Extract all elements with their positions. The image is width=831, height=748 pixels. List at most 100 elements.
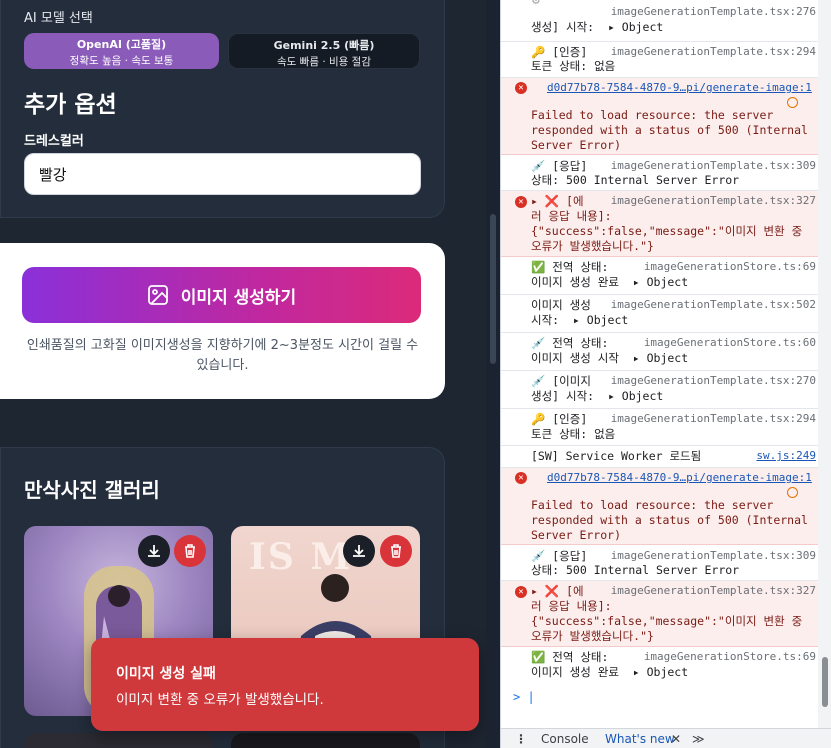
- log-row: 💉 [응답] 상태: 500 Internal Server Error ima…: [501, 545, 818, 581]
- error-row: ✕ ▸ ❌ [에 러 응답 내용]: {"success":false,"mes…: [501, 581, 818, 647]
- log-row: 💉 전역 상태: 이미지 생성 시작 ▸ Object imageGenerat…: [501, 333, 818, 371]
- log-source[interactable]: imageGenerationTemplate.tsx:309: [611, 549, 816, 562]
- download-button[interactable]: [138, 535, 170, 567]
- log-row: ✅ 전역 상태: 이미지 생성 완료 ▸ Object imageGenerat…: [501, 647, 818, 685]
- log-text: 토큰 상태: 없음: [531, 59, 616, 73]
- dress-color-input[interactable]: [24, 153, 421, 195]
- log-text[interactable]: 이미지 생성 완료 ▸ Object: [531, 275, 688, 290]
- devtools-scrollbar-thumb[interactable]: [822, 657, 828, 707]
- tab-console[interactable]: Console: [541, 732, 589, 746]
- network-icon[interactable]: [787, 97, 798, 108]
- log-text: ✅ 전역 상태:: [531, 650, 609, 664]
- devtools-drawer-tabs: ⋮ Console What's new ✕ ≫: [501, 728, 831, 748]
- model-name: OpenAI (고품질): [76, 38, 167, 51]
- log-text[interactable]: 이미지 생성 시작 ▸ Object: [531, 351, 688, 366]
- log-source[interactable]: imageGenerationStore.ts:69: [644, 650, 816, 663]
- delete-button[interactable]: [380, 535, 412, 567]
- log-text: 이미지 생성: [531, 298, 591, 312]
- close-icon[interactable]: ✕: [671, 732, 681, 746]
- error-icon: ✕: [515, 82, 527, 94]
- generate-button-label: 이미지 생성하기: [180, 287, 297, 308]
- log-source[interactable]: imageGenerationTemplate.tsx:270: [611, 374, 816, 387]
- download-icon: [148, 545, 160, 557]
- error-icon: ✕: [515, 196, 527, 208]
- model-option-openai[interactable]: OpenAI (고품질) 정확도 높음 · 속도 보통: [24, 33, 219, 69]
- log-source[interactable]: imageGenerationTemplate.tsx:294: [611, 45, 816, 58]
- log-row: 이미지 생성 시작: ▸ Object imageGenerationTempl…: [501, 295, 818, 333]
- app-scrollbar[interactable]: [486, 0, 500, 748]
- model-desc: 속도 빠름 · 비용 절감: [277, 56, 371, 68]
- log-text[interactable]: 시작: ▸ Object: [531, 313, 628, 328]
- toast-title: 이미지 생성 실패: [116, 666, 216, 682]
- log-text[interactable]: ▸ ❌ [에: [531, 584, 584, 599]
- model-option-gemini[interactable]: Gemini 2.5 (빠름) 속도 빠름 · 비용 절감: [228, 33, 420, 69]
- devtools-panel: ⚙ 생성] 시작: ▸ Object imageGenerationTempla…: [500, 0, 831, 748]
- log-source[interactable]: imageGenerationTemplate.tsx:309: [611, 159, 816, 172]
- dress-color-label: 드레스컬러: [24, 134, 84, 149]
- drawer-menu-icon[interactable]: ⋮: [515, 732, 527, 746]
- log-source[interactable]: imageGenerationTemplate.tsx:276: [611, 5, 816, 18]
- more-tabs-icon[interactable]: ≫: [692, 732, 705, 746]
- log-text: 토큰 상태: 없음: [531, 427, 616, 441]
- generate-note: 인쇄품질의 고화질 이미지생성을 지향하기에 2~3분정도 시간이 걸릴 수 있…: [26, 338, 419, 373]
- log-row: ✅ 전역 상태: 이미지 생성 완료 ▸ Object imageGenerat…: [501, 257, 818, 295]
- log-source[interactable]: sw.js:249: [756, 449, 816, 462]
- log-source[interactable]: imageGenerationStore.ts:69: [644, 260, 816, 273]
- log-text: 💉 전역 상태:: [531, 336, 609, 350]
- log-text: 상태: 500 Internal Server Error: [531, 563, 740, 577]
- network-icon[interactable]: [787, 487, 798, 498]
- generate-card: 이미지 생성하기 인쇄품질의 고화질 이미지생성을 지향하기에 2~3분정도 시…: [0, 243, 445, 399]
- log-row: 💉 [응답] 상태: 500 Internal Server Error ima…: [501, 155, 818, 191]
- app-pane: AI 모델 선택 OpenAI (고품질) 정확도 높음 · 속도 보통 Gem…: [0, 0, 486, 748]
- download-icon: [353, 545, 365, 557]
- model-desc: 정확도 높음 · 속도 보통: [69, 55, 174, 67]
- app-scrollbar-thumb[interactable]: [490, 214, 496, 364]
- log-text: [SW] Service Worker 로드됨: [531, 449, 702, 463]
- log-text: 러 응답 내용]: {"success":false,"message":"이미…: [531, 599, 803, 643]
- log-text: 💉 [이미지: [531, 374, 591, 388]
- log-source[interactable]: imageGenerationStore.ts:60: [644, 336, 816, 349]
- log-text: 🔑 [인증]: [531, 45, 588, 59]
- log-text: 러 응답 내용]: {"success":false,"message":"이미…: [531, 209, 803, 253]
- gallery-title: 만삭사진 갤러리: [24, 478, 160, 502]
- devtools-scrollbar[interactable]: [818, 0, 831, 728]
- log-source[interactable]: imageGenerationTemplate.tsx:327: [611, 584, 816, 597]
- console-prompt[interactable]: > |: [513, 690, 535, 704]
- log-source[interactable]: imageGenerationTemplate.tsx:294: [611, 412, 816, 425]
- error-row: ✕ d0d77b78-7584-4870-9…pi/generate-image…: [501, 468, 818, 545]
- log-text: 🔑 [인증]: [531, 412, 588, 426]
- toast-message: 이미지 변환 중 오류가 발생했습니다.: [116, 692, 324, 708]
- log-source[interactable]: imageGenerationTemplate.tsx:327: [611, 194, 816, 207]
- error-row: ✕ ▸ ❌ [에 러 응답 내용]: {"success":false,"mes…: [501, 191, 818, 257]
- gallery-photo[interactable]: [24, 733, 213, 748]
- delete-button[interactable]: [174, 535, 206, 567]
- log-text[interactable]: 이미지 생성 완료 ▸ Object: [531, 665, 688, 680]
- error-row: ✕ d0d77b78-7584-4870-9…pi/generate-image…: [501, 78, 818, 155]
- model-name: Gemini 2.5 (빠름): [273, 39, 375, 52]
- log-text: 생성] 시작: ▸ Object: [531, 20, 664, 34]
- resource-link[interactable]: d0d77b78-7584-4870-9…pi/generate-image:1: [547, 471, 812, 484]
- syringe-icon: ⚙: [531, 0, 541, 7]
- log-text: 상태: 500 Internal Server Error: [531, 173, 740, 187]
- log-text: ✅ 전역 상태:: [531, 260, 609, 274]
- log-text[interactable]: ▸ ❌ [에: [531, 194, 584, 209]
- error-icon: ✕: [515, 472, 527, 484]
- generate-image-button[interactable]: 이미지 생성하기: [22, 267, 421, 323]
- image-icon: [147, 285, 168, 305]
- log-text: Failed to load resource: the server resp…: [531, 498, 808, 542]
- download-button[interactable]: [343, 535, 375, 567]
- log-text: Failed to load resource: the server resp…: [531, 108, 808, 152]
- ai-model-label: AI 모델 선택: [24, 11, 93, 26]
- gallery-photo[interactable]: [231, 733, 420, 748]
- error-toast[interactable]: 이미지 생성 실패 이미지 변환 중 오류가 발생했습니다.: [91, 638, 479, 731]
- trash-icon: [391, 544, 401, 558]
- log-text: 💉 [응답]: [531, 549, 588, 563]
- trash-icon: [185, 544, 195, 558]
- error-icon: ✕: [515, 586, 527, 598]
- log-row: 🔑 [인증] 토큰 상태: 없음 imageGenerationTemplate…: [501, 409, 818, 446]
- tab-whats-new[interactable]: What's new: [605, 732, 675, 746]
- log-text[interactable]: 생성] 시작: ▸ Object: [531, 389, 663, 404]
- log-source[interactable]: imageGenerationTemplate.tsx:502: [611, 298, 816, 311]
- resource-link[interactable]: d0d77b78-7584-4870-9…pi/generate-image:1: [547, 81, 812, 94]
- log-row: [SW] Service Worker 로드됨 sw.js:249: [501, 446, 818, 468]
